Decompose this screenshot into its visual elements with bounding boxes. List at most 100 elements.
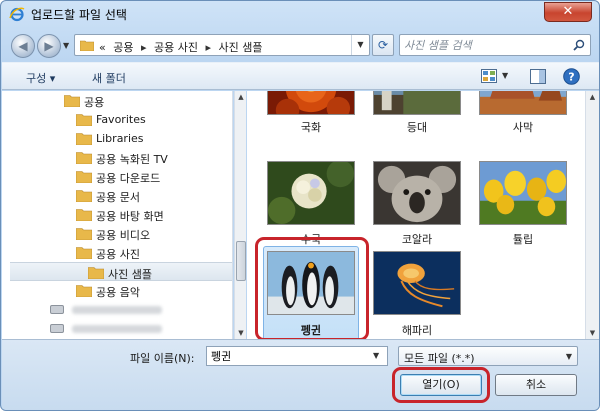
tree-item-public-downloads[interactable]: 공용 다운로드 [2,167,224,186]
view-dropdown-icon[interactable]: ▼ [502,71,508,80]
folder-icon [76,247,92,259]
window-title: 업로드할 파일 선택 [31,8,127,22]
folder-icon [76,133,92,145]
address-history-dropdown-icon[interactable]: ▼ [351,35,369,55]
folder-icon [64,95,80,107]
folder-icon [76,190,92,202]
file-list-scrollbar[interactable]: ▲ ▼ [585,91,599,339]
file-name: 튤립 [512,233,534,246]
file-item-desert[interactable]: 사막 [473,91,573,171]
scroll-down-icon[interactable]: ▼ [235,327,247,339]
new-folder-button[interactable]: 새 폴더 [92,70,126,86]
search-box [399,34,591,56]
breadcrumb-item-public[interactable]: 공용 [113,41,133,54]
file-item-jellyfish[interactable]: 해파리 [367,246,467,339]
breadcrumb-separator[interactable]: ▸ [206,41,212,54]
back-button[interactable]: ◀ [11,34,35,58]
file-name: 사막 [512,121,534,134]
navigation-scrollbar[interactable]: ▲ ▼ [234,91,246,339]
breadcrumb-item-public-pictures[interactable]: 공용 사진 [154,41,198,54]
tree-item-label: 공용 비디오 [96,229,151,242]
tulips-thumbnail [479,161,567,225]
file-name: 해파리 [401,324,433,337]
breadcrumb: « 공용 ▸ 공용 사진 ▸ 사진 샘플 [99,39,267,55]
address-bar[interactable]: « 공용 ▸ 공용 사진 ▸ 사진 샘플 ▼ [74,34,370,56]
filetype-selected: 모든 파일 (*.*) [404,352,475,365]
drive-icon [50,305,64,314]
tree-item-label: 공용 녹화된 TV [96,153,168,166]
filetype-select[interactable]: 모든 파일 (*.*) ▼ [398,346,578,366]
desert-thumbnail [479,91,567,115]
tree-item-public-pictures[interactable]: 공용 사진 [2,243,224,262]
internet-explorer-icon [9,7,25,22]
folder-icon [76,209,92,221]
search-icon[interactable] [573,39,585,51]
scroll-up-icon[interactable]: ▲ [586,91,599,103]
tree-item-public-videos[interactable]: 공용 비디오 [2,224,224,243]
tree-item-label: 공용 바탕 화면 [96,210,164,223]
chrysanthemum-thumbnail [267,91,355,115]
tree-item-label: 공용 문서 [96,191,140,204]
folder-icon [76,285,92,297]
jellyfish-thumbnail [373,251,461,315]
file-name: 코알라 [401,233,433,246]
tree-item-drive[interactable] [12,319,224,338]
drive-icon [50,324,64,333]
view-options-icon[interactable] [481,69,497,83]
tree-item-label: 사진 샘플 [108,268,152,281]
folder-icon [76,171,92,183]
filename-label: 파일 이름(N): [130,352,195,365]
tree-item-label: Favorites [96,113,146,126]
search-input[interactable] [404,37,564,53]
folder-icon [88,267,104,279]
file-item-lighthouse[interactable]: 등대 [367,91,467,171]
refresh-button[interactable]: ⟳ [372,34,394,56]
tree-item-libraries[interactable]: Libraries [2,129,224,148]
tree-item-label: 공용 음악 [96,286,140,299]
folder-icon [76,152,92,164]
help-icon[interactable]: ? [563,68,580,85]
cancel-button[interactable]: 취소 [495,374,577,396]
arrow-left-icon: ◀ [18,39,28,53]
highlight-ring-open [392,367,490,403]
navigation-pane: 공용 Favorites Libraries 공용 녹화된 TV 공용 다운로드… [2,91,233,339]
folder-icon [76,228,92,240]
recent-pages-dropdown-icon[interactable]: ▼ [63,41,69,50]
forward-button[interactable]: ▶ [37,34,61,58]
scrollbar-thumb[interactable] [236,241,246,281]
tree-item-public-documents[interactable]: 공용 문서 [2,186,224,205]
file-list: 국화 등대 사막 수국 코알라 튤립 펭귄 해파리 [247,91,585,339]
refresh-icon: ⟳ [377,38,389,52]
folder-icon [80,40,94,51]
organize-button[interactable]: 구성 ▾ [26,70,55,86]
tree-item-drive[interactable] [12,300,224,319]
breadcrumb-item-sample-pictures[interactable]: 사진 샘플 [219,41,263,54]
close-button[interactable]: ✕ [544,2,592,22]
scroll-down-icon[interactable]: ▼ [586,327,599,339]
tree-item-public-music[interactable]: 공용 음악 [2,281,224,300]
tree-item-favorites[interactable]: Favorites [2,110,224,129]
tree-item-public[interactable]: 공용 [2,91,224,110]
folder-icon [76,114,92,126]
breadcrumb-overflow[interactable]: « [99,41,106,54]
tree-item-label: 공용 [84,96,105,109]
koala-thumbnail [373,161,461,225]
hydrangeas-thumbnail [267,161,355,225]
tree-item-label: 공용 사진 [96,248,140,261]
tree-item-public-recorded-tv[interactable]: 공용 녹화된 TV [2,148,224,167]
redacted-label [72,306,162,314]
tree-item-sample-pictures[interactable]: 사진 샘플 [10,262,232,281]
file-dialog: 업로드할 파일 선택 ✕ ◀ ▶ ▼ « 공용 ▸ 공용 사진 ▸ 사진 샘플 … [0,0,600,411]
file-name: 국화 [300,121,322,134]
preview-pane-icon[interactable] [530,69,546,84]
file-item-tulips[interactable]: 튤립 [473,161,573,261]
breadcrumb-separator[interactable]: ▸ [141,41,147,54]
dialog-footer: 파일 이름(N): ▼ 모든 파일 (*.*) ▼ 열기(O) 취소 [2,339,599,410]
tree-item-public-desktop[interactable]: 공용 바탕 화면 [2,205,224,224]
lighthouse-thumbnail [373,91,461,115]
filename-dropdown-icon[interactable]: ▼ [373,351,379,360]
file-name: 등대 [406,121,428,134]
scroll-up-icon[interactable]: ▲ [235,91,247,103]
file-item-chrysanthemum[interactable]: 국화 [261,91,361,171]
filename-input[interactable] [206,346,388,366]
